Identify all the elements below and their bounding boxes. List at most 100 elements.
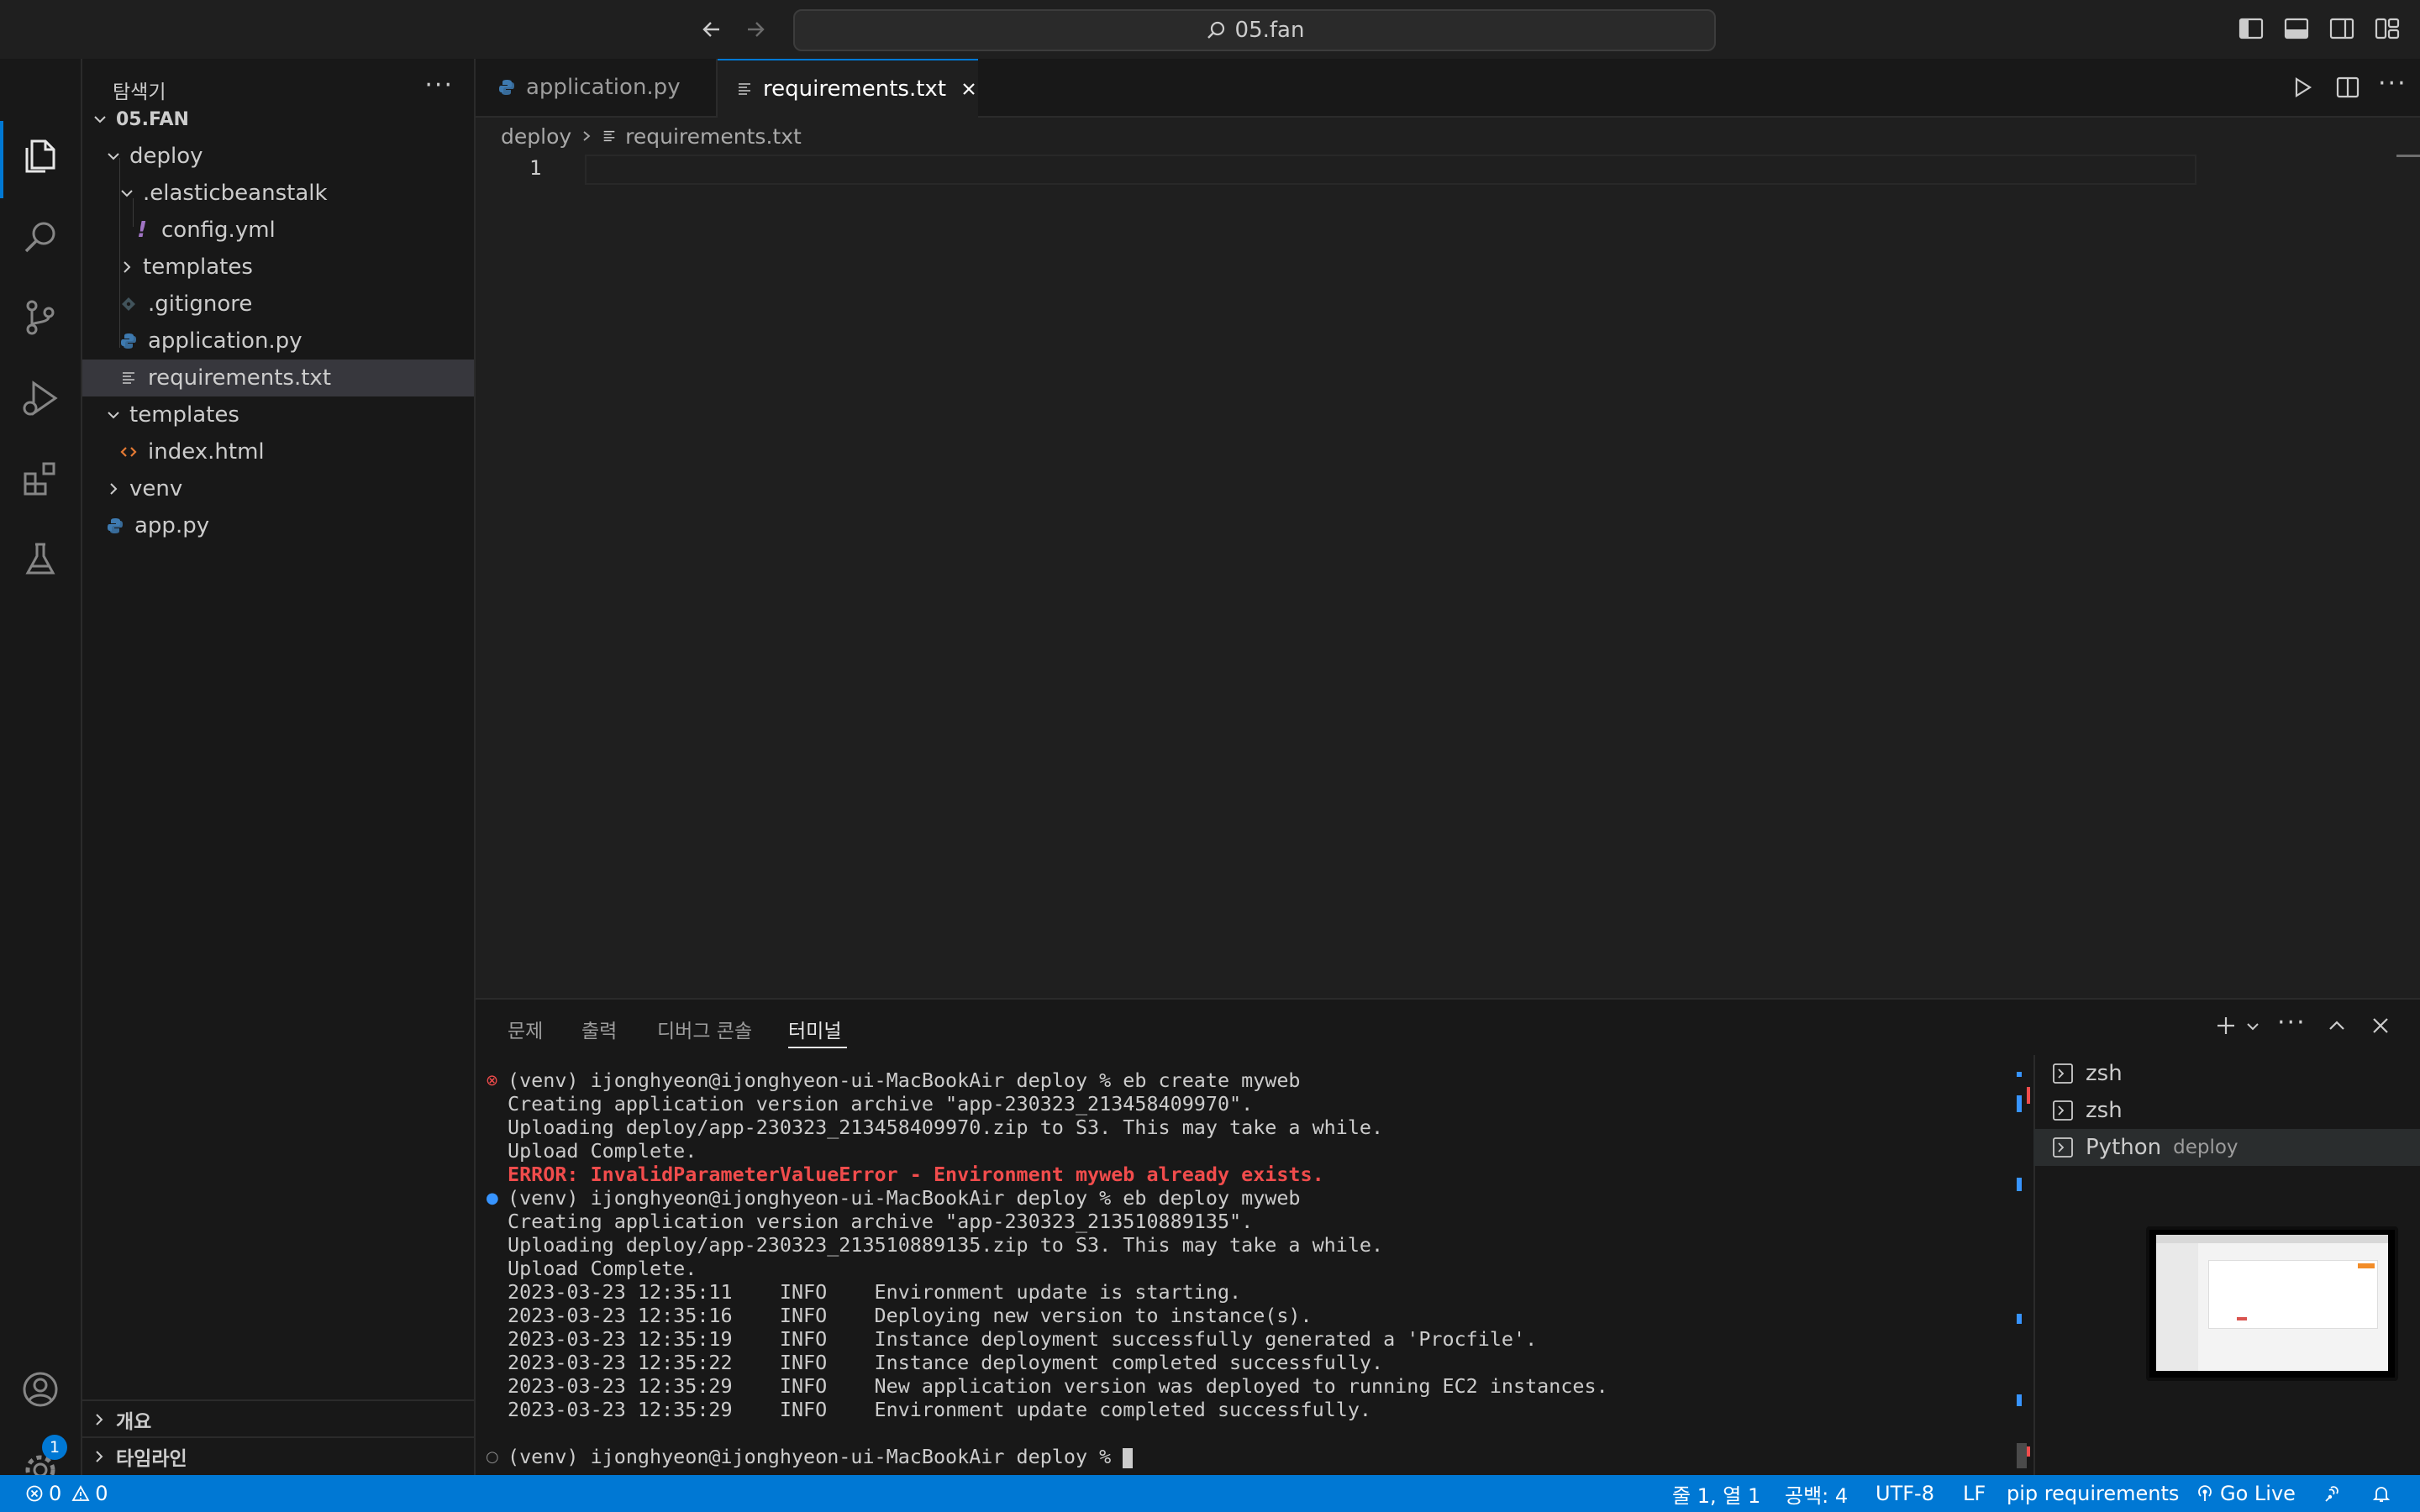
tree-item-deploy-folder[interactable]: deploy [82, 138, 474, 175]
panel-more-actions-icon[interactable]: ··· [2277, 1008, 2307, 1037]
indentation-status[interactable]: 공백: 4 [1785, 1475, 1848, 1512]
extensions-icon[interactable] [15, 454, 66, 504]
toggle-panel-icon[interactable] [2284, 17, 2309, 40]
tree-item-config-yml[interactable]: ! config.yml [82, 212, 474, 249]
accounts-icon[interactable] [15, 1364, 66, 1415]
broadcast-icon [2195, 1483, 2215, 1504]
thumbnail-red-mark [2237, 1317, 2247, 1320]
chevron-right-icon [104, 480, 123, 497]
tree-item-app-py[interactable]: app.py [82, 507, 474, 544]
tab-requirements-txt[interactable]: requirements.txt [718, 59, 978, 118]
text-file-icon [736, 81, 753, 97]
tree-item-templates-folder-2[interactable]: templates [82, 396, 474, 433]
thumbnail-sidebar [2156, 1243, 2198, 1371]
toggle-primary-sidebar-icon[interactable] [2238, 17, 2264, 40]
terminal-icon [2052, 1137, 2074, 1158]
screenshot-thumbnail-preview[interactable] [2146, 1226, 2398, 1381]
arrow-left-icon[interactable] [699, 17, 724, 42]
status-bar: 0 0 줄 1, 열 1 공백: 4 UTF-8 LF pip requirem… [0, 1475, 2420, 1512]
tree-item-label: templates [129, 402, 239, 428]
tree-item-elasticbeanstalk-folder[interactable]: .elasticbeanstalk [82, 175, 474, 212]
panel-tab-debug-console[interactable]: 디버그 콘솔 [657, 1015, 752, 1043]
run-file-icon[interactable] [2291, 76, 2314, 99]
current-line-highlight [585, 155, 2196, 185]
explorer-icon[interactable] [15, 131, 66, 181]
command-failed-icon[interactable]: ⊗ [486, 1072, 498, 1089]
close-panel-icon[interactable] [2370, 1015, 2391, 1037]
terminal-tab-zsh-1[interactable]: zsh [2033, 1055, 2420, 1092]
error-count: 0 [49, 1482, 62, 1505]
eol-status[interactable]: LF [1963, 1475, 1986, 1512]
text-file-icon [602, 129, 617, 144]
terminal-tab-python[interactable]: Python deploy [2033, 1129, 2420, 1166]
source-control-icon[interactable] [15, 292, 66, 343]
panel-tab-output[interactable]: 출력 [581, 1015, 617, 1043]
tree-root-folder[interactable]: 05.FAN [82, 101, 474, 138]
terminal-icon [2052, 1063, 2074, 1084]
outline-section[interactable]: 개요 [82, 1399, 474, 1438]
customize-layout-icon[interactable] [2375, 17, 2400, 40]
more-actions-icon[interactable]: ··· [424, 71, 454, 100]
run-debug-icon[interactable] [15, 373, 66, 423]
terminal-line: Creating application version archive "ap… [508, 1210, 1254, 1233]
code-editor[interactable] [476, 156, 2420, 996]
arrow-right-icon[interactable] [743, 17, 768, 42]
close-tab-icon[interactable] [960, 80, 978, 98]
tree-item-label: .elasticbeanstalk [143, 181, 328, 206]
scroll-marker-error [2027, 1446, 2030, 1457]
problems-status[interactable]: 0 0 [25, 1475, 108, 1512]
timeline-section[interactable]: 타임라인 [82, 1436, 474, 1475]
terminal-line: (venv) ijonghyeon@ijonghyeon-ui-MacBookA… [508, 1186, 1301, 1210]
maximize-panel-chevron-up-icon[interactable] [2326, 1015, 2348, 1037]
activity-bar [0, 59, 82, 1485]
breadcrumb-file[interactable]: requirements.txt [625, 124, 802, 149]
tab-label: application.py [526, 75, 681, 100]
split-editor-icon[interactable] [2336, 76, 2360, 99]
sidebar-title: 탐색기 [113, 81, 166, 103]
terminal-output[interactable]: (venv) ijonghyeon@ijonghyeon-ui-MacBookA… [508, 1068, 1608, 1468]
tree-item-index-html[interactable]: index.html [82, 433, 474, 470]
editor-scrollbar[interactable] [2396, 155, 2420, 157]
panel-tab-problems[interactable]: 문제 [508, 1015, 543, 1043]
feedback-icon[interactable] [2323, 1475, 2344, 1512]
tree-item-templates-folder[interactable]: templates [82, 249, 474, 286]
chevron-right-icon [580, 129, 593, 143]
terminal-profile-chevron-down-icon[interactable] [2245, 1020, 2260, 1033]
tree-item-label: application.py [148, 328, 302, 354]
command-success-icon[interactable]: ● [486, 1189, 499, 1207]
git-file-icon [119, 296, 138, 312]
encoding-status[interactable]: UTF-8 [1876, 1475, 1934, 1512]
cursor-position[interactable]: 줄 1, 열 1 [1672, 1475, 1760, 1512]
thumbnail-content [2156, 1235, 2388, 1371]
terminal-scrollbar[interactable] [2015, 1062, 2030, 1472]
tree-item-requirements-txt[interactable]: requirements.txt [82, 360, 474, 396]
new-terminal-plus-icon[interactable] [2215, 1015, 2237, 1037]
notifications-bell-icon[interactable] [2371, 1475, 2391, 1512]
command-pending-icon[interactable]: ○ [486, 1448, 499, 1466]
scroll-thumb[interactable] [2017, 1443, 2027, 1468]
go-live-button[interactable]: Go Live [2195, 1475, 2296, 1512]
breadcrumb-folder[interactable]: deploy [501, 124, 571, 149]
python-file-icon [106, 517, 124, 535]
language-mode-status[interactable]: pip requirements [2007, 1475, 2179, 1512]
tree-root-label: 05.FAN [116, 108, 189, 130]
chevron-down-icon [91, 111, 109, 128]
chevron-down-icon [104, 407, 123, 423]
terminal-line: 2023-03-23 12:35:19 INFO Instance deploy… [508, 1327, 1538, 1351]
tab-application-py[interactable]: application.py [476, 59, 718, 116]
toggle-secondary-sidebar-icon[interactable] [2329, 17, 2354, 40]
tree-item-gitignore[interactable]: .gitignore [82, 286, 474, 323]
tree-item-application-py[interactable]: application.py [82, 323, 474, 360]
thumbnail-orange-button [2358, 1263, 2375, 1268]
terminal-tab-zsh-2[interactable]: zsh [2033, 1092, 2420, 1129]
tree-item-venv-folder[interactable]: venv [82, 470, 474, 507]
command-center-search[interactable]: 05.fan [793, 9, 1716, 51]
testing-flask-icon[interactable] [15, 534, 66, 585]
search-icon[interactable] [15, 212, 66, 262]
terminal-cursor [1123, 1447, 1134, 1468]
notification-badge: 1 [42, 1435, 67, 1460]
terminal-icon [2052, 1100, 2074, 1121]
editor-more-actions-icon[interactable]: ··· [2378, 69, 2407, 98]
tree-item-label: venv [129, 476, 183, 501]
panel-tab-terminal[interactable]: 터미널 [788, 1015, 841, 1043]
